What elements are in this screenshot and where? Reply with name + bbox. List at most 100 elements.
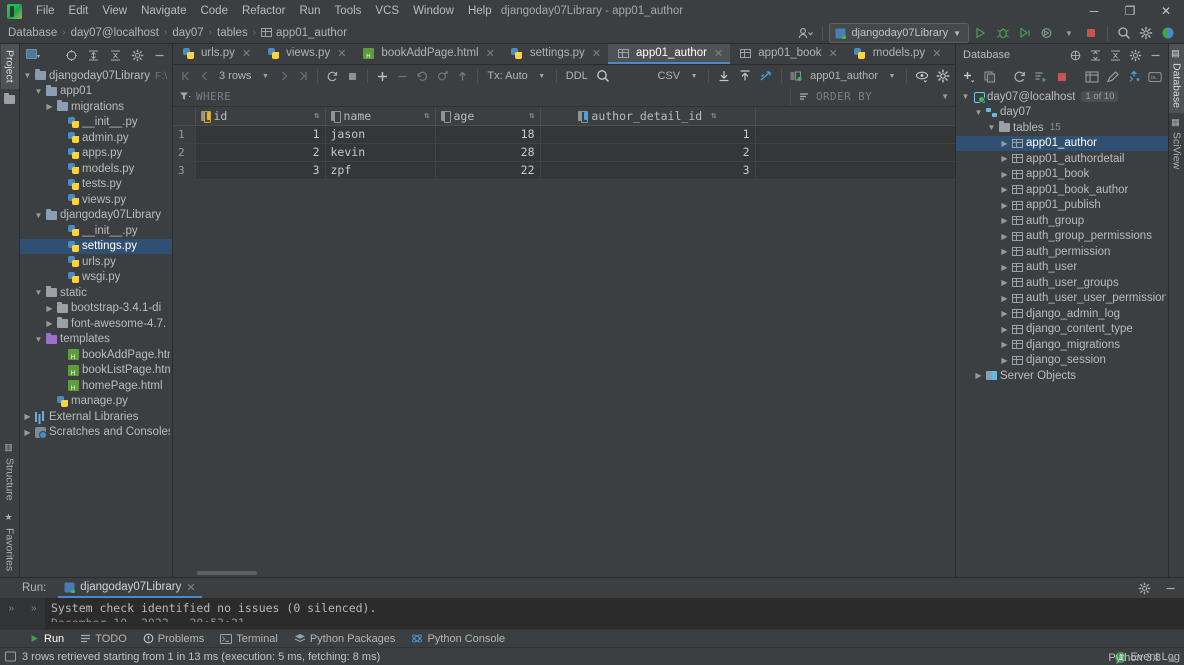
project-tree-item[interactable]: ▶ migrations	[20, 99, 172, 115]
editor-tab-app01-book[interactable]: app01_book ✕	[730, 44, 845, 64]
table-selector-icon[interactable]	[787, 67, 805, 85]
editor-tab-bookaddpage-html[interactable]: bookAddPage.html ✕	[353, 44, 501, 64]
chevron-right-icon[interactable]: ▶	[999, 263, 1010, 272]
rail-tab-structure[interactable]: ▥ Structure	[1, 437, 19, 507]
grid-settings-icon[interactable]	[933, 67, 953, 85]
menu-item-tools[interactable]: Tools	[328, 3, 369, 19]
menu-item-code[interactable]: Code	[193, 3, 235, 19]
db-tree-item[interactable]: ▶ django_session	[956, 353, 1168, 369]
chevron-down-icon[interactable]: ▼	[33, 211, 44, 220]
chevron-right-icon[interactable]: ▶	[999, 356, 1010, 365]
project-tree-item[interactable]: · settings.py	[20, 238, 172, 254]
close-button[interactable]: ✕	[1148, 0, 1184, 22]
chevron-right-icon[interactable]: ▶	[999, 247, 1010, 256]
project-tree-item[interactable]: ▼ templates	[20, 332, 172, 348]
cell-id[interactable]: 3	[195, 161, 326, 180]
db-tree-item[interactable]: ▶ app01_publish	[956, 198, 1168, 214]
db-tree-item[interactable]: ▶ django_migrations	[956, 337, 1168, 353]
import-icon[interactable]	[714, 67, 734, 85]
add-icon[interactable]	[959, 67, 979, 87]
db-tree-item[interactable]: ▼ tables 15	[956, 120, 1168, 136]
export-format-label[interactable]: CSV	[653, 70, 684, 82]
breadcrumb-schema[interactable]: day07	[172, 27, 203, 39]
run-query-icon[interactable]	[1031, 67, 1051, 87]
settings-icon[interactable]	[1134, 578, 1154, 598]
user-profile-icon[interactable]	[795, 23, 816, 43]
project-tree-item[interactable]: ▼ djangoday07Library F:\	[20, 68, 172, 84]
chevron-right-icon[interactable]: ▶	[44, 319, 55, 328]
bottom-tab-python-packages[interactable]: Python Packages	[287, 630, 403, 648]
table-row[interactable]: 1 1 jason 18 1	[173, 125, 955, 144]
expand-icon[interactable]	[1065, 45, 1085, 65]
project-tree-item[interactable]: ▼ djangoday07Library	[20, 208, 172, 224]
project-tree-item[interactable]: · bookAddPage.htm	[20, 347, 172, 363]
chevron-right-icon[interactable]: ▶	[999, 170, 1010, 179]
chevron-right-icon[interactable]: ▶	[22, 428, 33, 437]
row-count-chevron-icon[interactable]: ▼	[256, 67, 274, 85]
db-tree-item[interactable]: ▶ Server Objects	[956, 368, 1168, 384]
db-tree-item[interactable]: ▶ auth_group_permissions	[956, 229, 1168, 245]
run-tab[interactable]: djangoday07Library ✕	[58, 578, 202, 598]
cell-name[interactable]: kevin	[325, 143, 436, 162]
breadcrumb-datasource[interactable]: day07@localhost	[71, 27, 159, 39]
db-tree-item[interactable]: ▶ app01_book_author	[956, 182, 1168, 198]
db-tree-item[interactable]: ▶ django_content_type	[956, 322, 1168, 338]
table-row[interactable]: 3 3 zpf 22 3	[173, 161, 955, 180]
refresh-icon[interactable]	[1010, 67, 1030, 87]
editor-tab-bar[interactable]: urls.py✕views.py✕bookAddPage.html✕settin…	[173, 44, 955, 65]
chevron-right-icon[interactable]: ▶	[999, 340, 1010, 349]
project-tree-item[interactable]: · tests.py	[20, 177, 172, 193]
expand-all-icon[interactable]	[83, 45, 103, 65]
chevron-right-icon[interactable]: ▶	[999, 201, 1010, 210]
run-icon[interactable]	[971, 23, 991, 43]
updates-icon[interactable]	[1158, 23, 1178, 43]
order-by-area[interactable]: ORDER BY ▼	[790, 87, 955, 106]
editor-tab-app01-author[interactable]: app01_author ✕	[608, 44, 731, 64]
maximize-button[interactable]: ❐	[1112, 0, 1148, 22]
column-header-name[interactable]: name ⇅	[325, 107, 436, 126]
editor-tab-urls-py[interactable]: urls.py ✕	[173, 44, 258, 64]
rail-tab-project[interactable]: Project	[0, 44, 19, 89]
project-tree-item[interactable]: ▶ bootstrap-3.4.1-di	[20, 301, 172, 317]
ddl-button[interactable]: DDL	[562, 70, 592, 82]
debug-icon[interactable]	[993, 23, 1013, 43]
run-configuration-selector[interactable]: djangoday07Library ▼	[829, 23, 969, 43]
console-icon[interactable]: DL	[1145, 67, 1165, 87]
hide-panel-icon[interactable]	[149, 45, 169, 65]
editor-tab-views-py[interactable]: views.py ✕	[258, 44, 353, 64]
menu-item-vcs[interactable]: VCS	[368, 3, 406, 19]
submit-icon[interactable]	[453, 67, 472, 85]
scroll-down-icon[interactable]: »	[31, 603, 37, 614]
close-icon[interactable]: ✕	[242, 47, 251, 60]
project-tree-item[interactable]: · models.py	[20, 161, 172, 177]
editor-tab-settings-py[interactable]: settings.py ✕	[502, 44, 608, 64]
bottom-tab-terminal[interactable]: Terminal	[213, 630, 285, 648]
scrollbar-thumb[interactable]	[197, 571, 257, 575]
settings-icon[interactable]	[1125, 45, 1145, 65]
db-tree-item[interactable]: ▶ auth_user	[956, 260, 1168, 276]
close-icon[interactable]: ✕	[829, 47, 838, 60]
sort-indicator-icon[interactable]: ⇅	[424, 111, 429, 121]
minimize-button[interactable]: ─	[1076, 0, 1112, 22]
chevron-right-icon[interactable]: ▶	[999, 278, 1010, 287]
rail-tab-database[interactable]: ▤ Database	[1168, 44, 1184, 113]
db-tree-item[interactable]: ▶ app01_author	[956, 135, 1168, 151]
settings-icon[interactable]	[1136, 23, 1156, 43]
table-selector-chevron-icon[interactable]: ▼	[883, 67, 901, 85]
first-page-icon[interactable]	[177, 67, 195, 85]
menu-item-view[interactable]: View	[95, 3, 134, 19]
export-icon[interactable]	[735, 67, 755, 85]
db-tree-item[interactable]: ▶ auth_user_groups	[956, 275, 1168, 291]
search-everywhere-icon[interactable]	[1114, 23, 1134, 43]
menu-item-run[interactable]: Run	[292, 3, 327, 19]
project-tree-item[interactable]: · __init__.py	[20, 115, 172, 131]
project-tree-item[interactable]: ▶ Scratches and Consoles	[20, 425, 172, 441]
stop-icon[interactable]	[1052, 67, 1072, 87]
run-coverage-icon[interactable]	[1015, 23, 1035, 43]
chevron-right-icon[interactable]: ▶	[973, 371, 984, 380]
project-tree-item[interactable]: · apps.py	[20, 146, 172, 162]
search-icon[interactable]	[593, 67, 613, 85]
project-settings-icon[interactable]	[127, 45, 147, 65]
project-tree-item[interactable]: ▼ static	[20, 285, 172, 301]
project-tree-item[interactable]: ▶ External Libraries	[20, 409, 172, 425]
